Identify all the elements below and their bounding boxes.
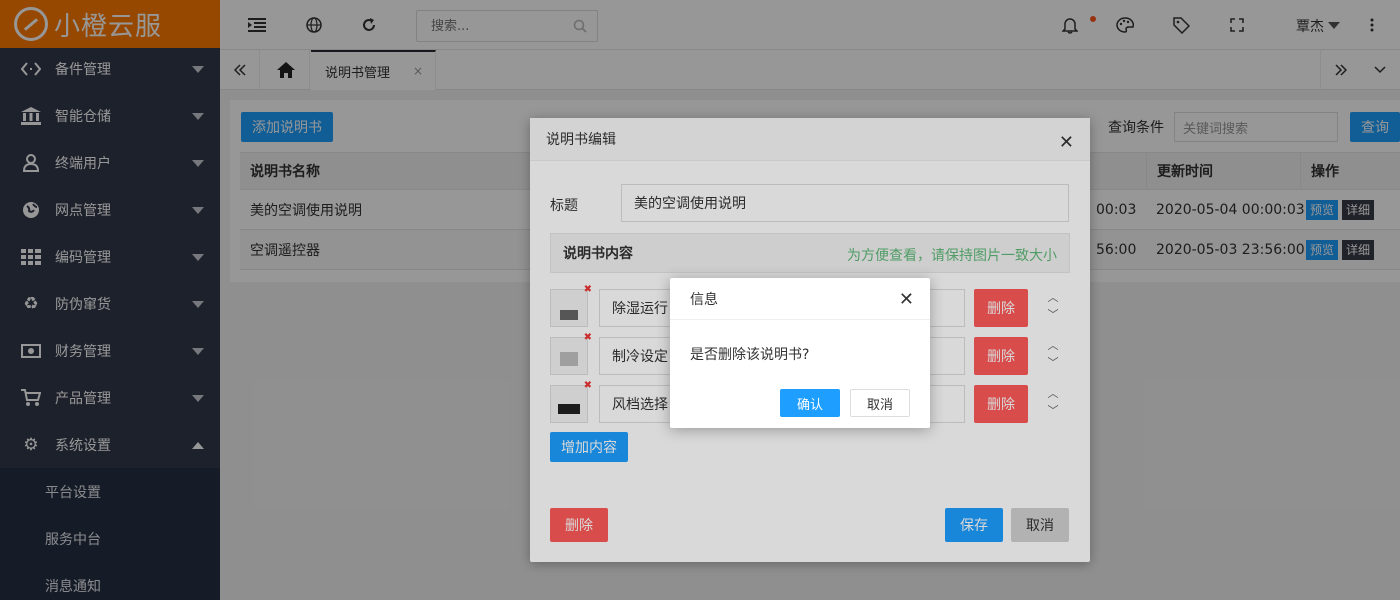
- confirm-ok-button[interactable]: 确认: [780, 389, 840, 417]
- confirm-cancel-button[interactable]: 取消: [850, 389, 910, 417]
- close-icon[interactable]: ✕: [899, 289, 914, 310]
- confirm-title: 信息: [690, 291, 718, 308]
- confirm-header: 信息 ✕: [670, 278, 930, 320]
- confirm-message: 是否删除该说明书?: [690, 347, 810, 363]
- confirm-dialog: 信息 ✕ 是否删除该说明书? 确认 取消: [670, 278, 930, 428]
